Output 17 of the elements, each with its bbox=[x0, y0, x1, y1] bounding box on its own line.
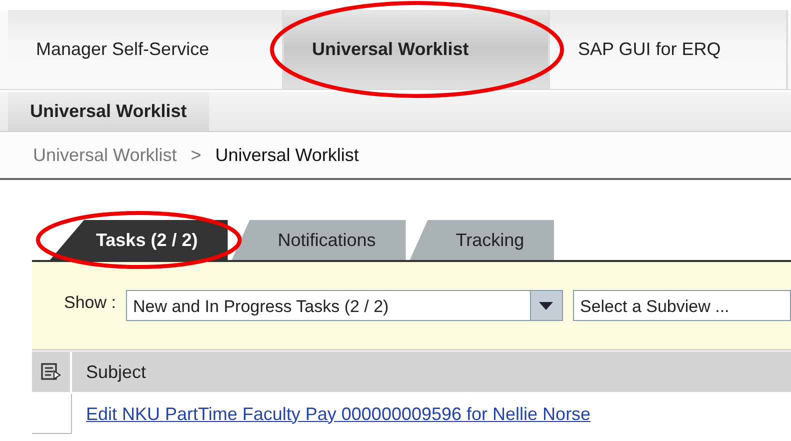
view-dropdown[interactable]: New and In Progress Tasks (2 / 2) bbox=[126, 290, 563, 321]
breadcrumb-link[interactable]: Universal Worklist bbox=[33, 142, 177, 168]
dropdown-caret-icon bbox=[539, 302, 554, 310]
task-link[interactable]: Edit NKU PartTime Faculty Pay 000000009596 for Nellie Norse bbox=[86, 400, 591, 428]
worklist-tab[interactable]: Tasks (2 / 2) bbox=[50, 220, 228, 260]
subview-dropdown[interactable]: Select a Subview ... bbox=[572, 290, 791, 321]
portal-tab[interactable]: Universal Worklist bbox=[284, 10, 550, 89]
column-header[interactable]: Subject bbox=[72, 352, 146, 392]
worklist-tab[interactable]: Notifications bbox=[232, 220, 406, 260]
worklist-tab[interactable]: Tracking bbox=[410, 220, 554, 260]
breadcrumb-current: Universal Worklist bbox=[215, 144, 359, 166]
portal-tab[interactable]: SAP GUI for ERQ bbox=[550, 10, 788, 89]
portal-tab[interactable]: Manager Self-Service bbox=[8, 10, 284, 89]
page-nav-item[interactable]: Universal Worklist bbox=[8, 92, 209, 131]
column-settings-icon[interactable] bbox=[41, 363, 61, 381]
show-label: Show : bbox=[64, 292, 116, 314]
breadcrumb-separator: > bbox=[190, 144, 202, 166]
